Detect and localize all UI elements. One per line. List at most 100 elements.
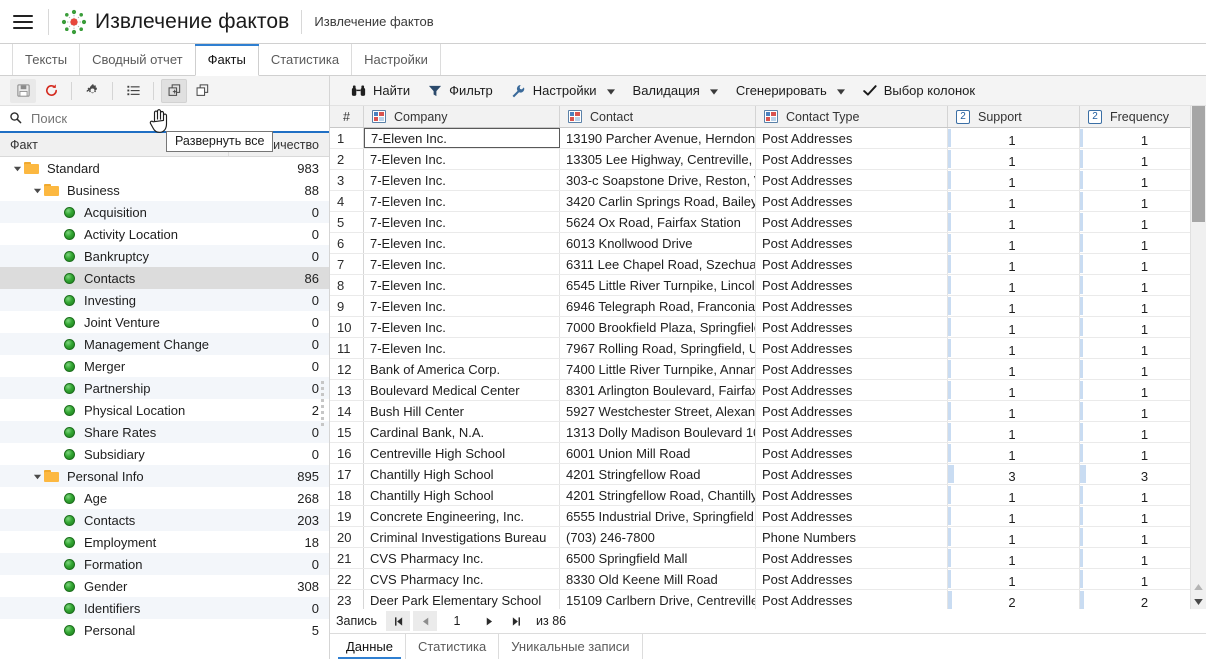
table-cell-idx[interactable]: 15 bbox=[330, 422, 364, 442]
table-cell-frequency[interactable]: 1 bbox=[1080, 212, 1190, 232]
hamburger-menu-icon[interactable] bbox=[10, 9, 36, 35]
table-row[interactable]: 21 CVS Pharmacy Inc. 6500 Springfield Mall… bbox=[330, 548, 1190, 569]
table-cell-support[interactable]: 1 bbox=[948, 275, 1080, 295]
table-cell-idx[interactable]: 5 bbox=[330, 212, 364, 232]
table-cell-company[interactable]: CVS Pharmacy Inc. bbox=[364, 569, 560, 589]
settings-button[interactable] bbox=[79, 79, 105, 103]
table-cell-contact[interactable]: 6500 Springfield Mall bbox=[560, 548, 756, 568]
tree-item-management-change[interactable]: Management Change 0 bbox=[0, 333, 329, 355]
table-cell-company[interactable]: Centreville High School bbox=[364, 443, 560, 463]
grid-column-header-contact[interactable]: Contact bbox=[560, 106, 756, 127]
toolbar-button-сгенерировать[interactable]: Сгенерировать bbox=[727, 79, 854, 103]
table-cell-frequency[interactable]: 1 bbox=[1080, 338, 1190, 358]
table-cell-idx[interactable]: 4 bbox=[330, 191, 364, 211]
table-cell-frequency[interactable]: 1 bbox=[1080, 317, 1190, 337]
table-cell-ctype[interactable]: Post Addresses bbox=[756, 401, 948, 421]
table-cell-idx[interactable]: 1 bbox=[330, 128, 364, 148]
table-cell-frequency[interactable]: 1 bbox=[1080, 233, 1190, 253]
table-cell-ctype[interactable]: Post Addresses bbox=[756, 422, 948, 442]
grid-column-header-#[interactable]: # bbox=[330, 106, 364, 127]
tab-статистика[interactable]: Статистика bbox=[257, 44, 353, 75]
table-cell-idx[interactable]: 13 bbox=[330, 380, 364, 400]
table-cell-support[interactable]: 1 bbox=[948, 149, 1080, 169]
table-cell-idx[interactable]: 2 bbox=[330, 149, 364, 169]
table-cell-contact[interactable]: 7967 Rolling Road, Springfield, Un bbox=[560, 338, 756, 358]
table-cell-ctype[interactable]: Post Addresses bbox=[756, 506, 948, 526]
table-cell-idx[interactable]: 17 bbox=[330, 464, 364, 484]
table-cell-idx[interactable]: 23 bbox=[330, 590, 364, 609]
table-cell-frequency[interactable]: 1 bbox=[1080, 548, 1190, 568]
table-cell-company[interactable]: Deer Park Elementary School bbox=[364, 590, 560, 609]
table-row[interactable]: 11 7-Eleven Inc. 7967 Rolling Road, Spring… bbox=[330, 338, 1190, 359]
table-cell-company[interactable]: Boulevard Medical Center bbox=[364, 380, 560, 400]
table-cell-idx[interactable]: 18 bbox=[330, 485, 364, 505]
table-cell-company[interactable]: Bush Hill Center bbox=[364, 401, 560, 421]
table-cell-contact[interactable]: (703) 246-7800 bbox=[560, 527, 756, 547]
table-row[interactable]: 6 7-Eleven Inc. 6013 Knollwood Drive Post A… bbox=[330, 233, 1190, 254]
table-cell-frequency[interactable]: 1 bbox=[1080, 170, 1190, 190]
grid-column-header-contact-type[interactable]: Contact Type bbox=[756, 106, 948, 127]
table-row[interactable]: 15 Cardinal Bank, N.A. 1313 Dolly Madison … bbox=[330, 422, 1190, 443]
last-page-icon[interactable] bbox=[504, 611, 528, 631]
tree-item-personal[interactable]: Personal 5 bbox=[0, 619, 329, 641]
bottom-tab-статистика[interactable]: Статистика bbox=[406, 634, 500, 659]
table-cell-support[interactable]: 1 bbox=[948, 401, 1080, 421]
table-cell-support[interactable]: 1 bbox=[948, 233, 1080, 253]
grid-vertical-scrollbar[interactable] bbox=[1190, 106, 1206, 609]
table-cell-contact[interactable]: 3420 Carlin Springs Road, Baileys bbox=[560, 191, 756, 211]
table-row[interactable]: 2 7-Eleven Inc. 13305 Lee Highway, Centrev… bbox=[330, 149, 1190, 170]
table-row[interactable]: 3 7-Eleven Inc. 303-c Soapstone Drive, Res… bbox=[330, 170, 1190, 191]
table-cell-company[interactable]: Concrete Engineering, Inc. bbox=[364, 506, 560, 526]
tree-item-business[interactable]: Business 88 bbox=[0, 179, 329, 201]
table-row[interactable]: 10 7-Eleven Inc. 7000 Brookfield Plaza, Sp… bbox=[330, 317, 1190, 338]
tree-item-contacts[interactable]: Contacts 203 bbox=[0, 509, 329, 531]
table-cell-frequency[interactable]: 1 bbox=[1080, 191, 1190, 211]
table-cell-idx[interactable]: 9 bbox=[330, 296, 364, 316]
chevron-down-icon[interactable] bbox=[30, 469, 44, 483]
table-cell-company[interactable]: 7-Eleven Inc. bbox=[364, 170, 560, 190]
table-cell-support[interactable]: 3 bbox=[948, 464, 1080, 484]
tree-item-standard[interactable]: Standard 983 bbox=[0, 157, 329, 179]
table-cell-idx[interactable]: 22 bbox=[330, 569, 364, 589]
table-cell-idx[interactable]: 20 bbox=[330, 527, 364, 547]
tree-item-investing[interactable]: Investing 0 bbox=[0, 289, 329, 311]
table-cell-support[interactable]: 1 bbox=[948, 506, 1080, 526]
table-cell-company[interactable]: 7-Eleven Inc. bbox=[364, 191, 560, 211]
table-cell-support[interactable]: 2 bbox=[948, 590, 1080, 609]
table-cell-ctype[interactable]: Phone Numbers bbox=[756, 527, 948, 547]
table-row[interactable]: 1 7-Eleven Inc. 13190 Parcher Avenue, Hern… bbox=[330, 128, 1190, 149]
table-cell-company[interactable]: Cardinal Bank, N.A. bbox=[364, 422, 560, 442]
table-cell-ctype[interactable]: Post Addresses bbox=[756, 191, 948, 211]
table-cell-contact[interactable]: 8301 Arlington Boulevard, Fairfax bbox=[560, 380, 756, 400]
expand-all-button[interactable] bbox=[161, 78, 187, 103]
table-cell-ctype[interactable]: Post Addresses bbox=[756, 296, 948, 316]
table-cell-idx[interactable]: 3 bbox=[330, 170, 364, 190]
table-cell-ctype[interactable]: Post Addresses bbox=[756, 380, 948, 400]
table-cell-support[interactable]: 1 bbox=[948, 338, 1080, 358]
table-row[interactable]: 5 7-Eleven Inc. 5624 Ox Road, Fairfax Stat… bbox=[330, 212, 1190, 233]
table-cell-contact[interactable]: 6311 Lee Chapel Road, Szechuan bbox=[560, 254, 756, 274]
table-cell-frequency[interactable]: 1 bbox=[1080, 359, 1190, 379]
table-cell-support[interactable]: 1 bbox=[948, 296, 1080, 316]
toolbar-button-найти[interactable]: Найти bbox=[342, 79, 419, 103]
table-row[interactable]: 16 Centreville High School 6001 Union Mill… bbox=[330, 443, 1190, 464]
table-cell-ctype[interactable]: Post Addresses bbox=[756, 569, 948, 589]
tab-тексты[interactable]: Тексты bbox=[12, 44, 81, 75]
next-page-icon[interactable] bbox=[477, 611, 501, 631]
toolbar-button-фильтр[interactable]: Фильтр bbox=[419, 79, 502, 103]
table-cell-ctype[interactable]: Post Addresses bbox=[756, 212, 948, 232]
table-cell-ctype[interactable]: Post Addresses bbox=[756, 233, 948, 253]
table-cell-idx[interactable]: 16 bbox=[330, 443, 364, 463]
table-cell-support[interactable]: 1 bbox=[948, 191, 1080, 211]
table-row[interactable]: 22 CVS Pharmacy Inc. 8330 Old Keene Mill R… bbox=[330, 569, 1190, 590]
table-cell-company[interactable]: Chantilly High School bbox=[364, 485, 560, 505]
table-cell-support[interactable]: 1 bbox=[948, 170, 1080, 190]
table-cell-ctype[interactable]: Post Addresses bbox=[756, 590, 948, 609]
table-row[interactable]: 18 Chantilly High School 4201 Stringfellow… bbox=[330, 485, 1190, 506]
list-button[interactable] bbox=[120, 79, 146, 103]
table-cell-support[interactable]: 1 bbox=[948, 443, 1080, 463]
table-row[interactable]: 20 Criminal Investigations Bureau (703) 24… bbox=[330, 527, 1190, 548]
table-cell-frequency[interactable]: 1 bbox=[1080, 380, 1190, 400]
table-cell-ctype[interactable]: Post Addresses bbox=[756, 338, 948, 358]
save-button[interactable] bbox=[10, 78, 36, 103]
